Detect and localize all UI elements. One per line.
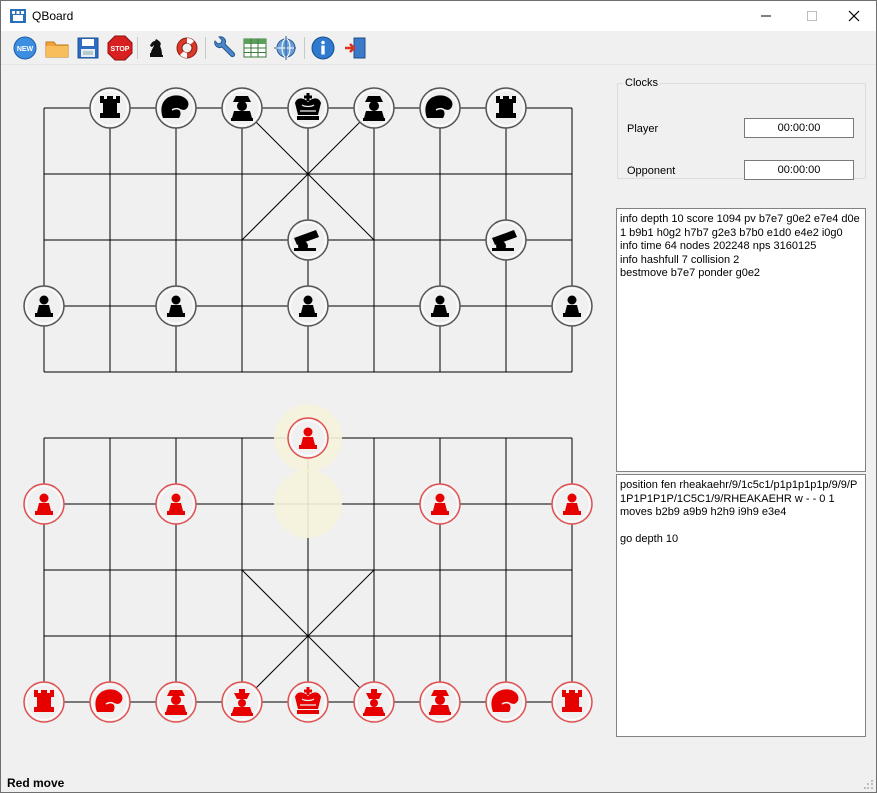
player-clock-label: Player	[627, 123, 659, 135]
minimize-button[interactable]	[743, 1, 789, 31]
red-rook-piece[interactable]	[23, 681, 65, 723]
window-title: QBoard	[32, 9, 74, 23]
stop-button[interactable]: STOP	[106, 34, 134, 62]
exit-door-icon	[345, 37, 366, 59]
red-elephant-piece[interactable]	[419, 681, 461, 723]
toolbar: NEW STOP	[1, 31, 876, 65]
info-icon	[311, 36, 335, 60]
red-pawn-piece[interactable]	[23, 483, 65, 525]
toolbar-separator	[205, 37, 206, 59]
board-canvas[interactable]	[0, 66, 610, 771]
folder-icon	[45, 41, 69, 58]
stop-icon: STOP	[107, 35, 133, 61]
red-advisor-piece[interactable]	[221, 681, 263, 723]
toolbar-separator	[304, 37, 305, 59]
minimize-icon	[761, 15, 771, 17]
red-elephant-piece[interactable]	[155, 681, 197, 723]
svg-text:NEW: NEW	[17, 46, 34, 53]
red-pawn-piece[interactable]	[155, 483, 197, 525]
toolbar-separator	[137, 37, 138, 59]
help-ring-button[interactable]	[173, 34, 201, 62]
red-horse-piece[interactable]	[485, 681, 527, 723]
black-horse-piece[interactable]	[155, 87, 197, 129]
opponent-clock-label: Opponent	[627, 165, 676, 177]
close-icon	[848, 10, 860, 22]
resize-grip-icon[interactable]	[864, 780, 874, 790]
red-pawn-piece[interactable]	[419, 483, 461, 525]
maximize-icon	[807, 11, 817, 21]
rook-icon	[100, 96, 120, 118]
red-pawn-piece[interactable]	[551, 483, 593, 525]
app-logo-icon	[10, 9, 26, 23]
new-icon: NEW	[13, 36, 37, 60]
black-elephant-piece[interactable]	[221, 87, 263, 129]
table-icon	[243, 38, 267, 58]
red-advisor-piece[interactable]	[353, 681, 395, 723]
player-clock-field: 00:00:00	[744, 118, 854, 138]
exit-button[interactable]	[341, 34, 369, 62]
engine-input-box[interactable]: position fen rheakaehr/9/1c5c1/p1p1p1p1p…	[616, 474, 866, 737]
black-cannon-piece[interactable]	[485, 219, 527, 261]
rook-icon	[496, 96, 516, 118]
wrench-icon	[214, 36, 236, 58]
network-button[interactable]	[272, 34, 300, 62]
black-pawn-piece[interactable]	[155, 285, 197, 327]
black-pawn-piece[interactable]	[287, 285, 329, 327]
red-pawn-piece[interactable]	[287, 417, 329, 459]
rook-icon	[562, 690, 582, 712]
black-cannon-piece[interactable]	[287, 219, 329, 261]
svg-text:STOP: STOP	[111, 46, 130, 53]
settings-button[interactable]	[210, 34, 238, 62]
open-button[interactable]	[43, 34, 71, 62]
red-rook-piece[interactable]	[551, 681, 593, 723]
black-king-piece[interactable]	[287, 87, 329, 129]
black-pawn-piece[interactable]	[551, 285, 593, 327]
last-move-highlight	[274, 470, 342, 538]
red-horse-piece[interactable]	[89, 681, 131, 723]
black-horse-piece[interactable]	[419, 87, 461, 129]
red-king-piece[interactable]	[287, 681, 329, 723]
rook-icon	[34, 690, 54, 712]
black-rook-piece[interactable]	[89, 87, 131, 129]
black-rook-piece[interactable]	[485, 87, 527, 129]
status-text: Red move	[7, 776, 65, 790]
table-button[interactable]	[241, 34, 269, 62]
black-elephant-piece[interactable]	[353, 87, 395, 129]
black-pawn-piece[interactable]	[23, 285, 65, 327]
xiangqi-board[interactable]	[0, 66, 610, 771]
close-button[interactable]	[831, 1, 877, 31]
save-button[interactable]	[74, 34, 102, 62]
lifebuoy-icon	[176, 37, 198, 59]
opponent-clock-field: 00:00:00	[744, 160, 854, 180]
maximize-button[interactable]	[789, 1, 835, 31]
engine-output-box[interactable]: info depth 10 score 1094 pv b7e7 g0e2 e7…	[616, 208, 866, 472]
black-pawn-piece[interactable]	[419, 285, 461, 327]
clocks-title: Clocks	[623, 77, 661, 89]
chess-knight-icon	[150, 39, 163, 57]
title-bar[interactable]: QBoard	[1, 1, 876, 31]
network-icon	[274, 36, 298, 60]
new-game-button[interactable]: NEW	[11, 34, 39, 62]
engine-button[interactable]	[142, 34, 170, 62]
floppy-icon	[77, 37, 99, 59]
about-button[interactable]	[309, 34, 337, 62]
